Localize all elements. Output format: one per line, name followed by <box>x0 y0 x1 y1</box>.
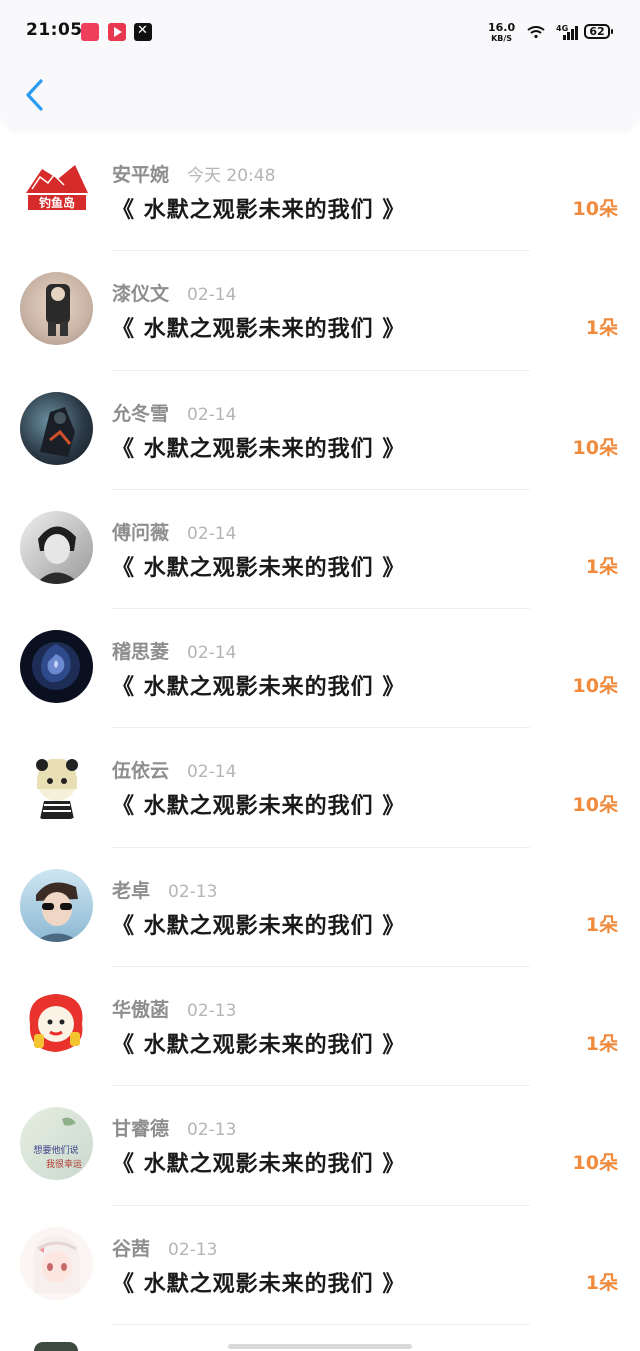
list-item[interactable]: 华傲菡 02-13 《 水默之观影未来的我们 》 1朵 <box>0 967 640 1087</box>
list-item[interactable]: 傅问薇 02-14 《 水默之观影未来的我们 》 1朵 <box>0 490 640 610</box>
avatar[interactable]: 想要他们说 我很幸运 <box>20 1107 93 1181</box>
send-date: 今天 20:48 <box>187 166 276 186</box>
flower-count: 10朵 <box>572 436 618 459</box>
capcut-app-icon <box>134 23 152 41</box>
send-date: 02-14 <box>187 643 237 664</box>
sender-name: 伍依云 02-14 <box>112 760 237 783</box>
list-item[interactable]: 漆仪文 02-14 《 水默之观影未来的我们 》 1朵 <box>0 251 640 371</box>
back-button[interactable] <box>16 72 56 118</box>
sender-name: 安平婉 今天 20:48 <box>112 164 276 186</box>
next-avatar-peek <box>34 1342 78 1351</box>
status-bar: 21:05 16.0 KB/S 4G 62 <box>0 0 640 62</box>
gift-list: 钓鱼岛 安平婉 今天 20:48 《 水默之观影未来的我们 》 10朵 漆仪文 02… <box>0 132 640 1325</box>
divider <box>112 1323 530 1325</box>
svg-text:想要他们说: 想要他们说 <box>33 1144 78 1156</box>
work-title: 《 水默之观影未来的我们 》 <box>112 317 406 343</box>
flower-count: 1朵 <box>585 1033 618 1056</box>
list-item[interactable]: 允冬雪 02-14 《 水默之观影未来的我们 》 10朵 <box>0 371 640 490</box>
avatar[interactable] <box>20 630 93 704</box>
work-title: 《 水默之观影未来的我们 》 <box>112 913 406 939</box>
avatar[interactable] <box>20 510 93 584</box>
flower-count: 1朵 <box>585 555 618 578</box>
sender-name: 漆仪文 02-14 <box>112 283 237 306</box>
sender-name: 华傲菡 02-13 <box>112 999 237 1022</box>
wifi-icon <box>527 26 545 38</box>
battery-icon: 62 <box>584 24 613 39</box>
flower-count: 10朵 <box>572 1152 618 1175</box>
flower-count: 10朵 <box>572 794 618 817</box>
flower-count: 1朵 <box>585 1271 618 1294</box>
flower-count: 10朵 <box>572 675 618 698</box>
sender-name: 稽思菱 02-14 <box>112 641 237 664</box>
signal-icon <box>563 24 578 40</box>
send-date: 02-14 <box>187 404 237 425</box>
send-date: 02-14 <box>187 285 237 306</box>
svg-text:钓鱼岛: 钓鱼岛 <box>39 195 75 210</box>
list-item[interactable]: 想要他们说 我很幸运 甘睿德 02-13 《 水默之观影未来的我们 》 10朵 <box>0 1086 640 1206</box>
send-date: 02-13 <box>187 1120 237 1141</box>
avatar[interactable] <box>20 391 93 465</box>
flower-count: 1朵 <box>585 317 618 340</box>
home-indicator[interactable] <box>228 1344 412 1349</box>
send-date: 02-14 <box>187 523 237 544</box>
send-date: 02-13 <box>168 1239 218 1260</box>
work-title: 《 水默之观影未来的我们 》 <box>112 675 406 701</box>
flower-count: 1朵 <box>585 913 618 936</box>
list-item[interactable]: 伍依云 02-14 《 水默之观影未来的我们 》 10朵 <box>0 728 640 848</box>
nav-header <box>0 62 640 130</box>
sender-name: 老卓 02-13 <box>112 879 218 902</box>
svg-text:我很幸运: 我很幸运 <box>46 1158 82 1170</box>
work-title: 《 水默之观影未来的我们 》 <box>112 1271 406 1297</box>
send-date: 02-13 <box>168 881 218 902</box>
avatar[interactable] <box>20 988 93 1062</box>
work-title: 《 水默之观影未来的我们 》 <box>112 436 406 462</box>
work-title: 《 水默之观影未来的我们 》 <box>112 555 406 581</box>
flower-count: 10朵 <box>572 198 618 220</box>
sender-name: 允冬雪 02-14 <box>112 402 237 425</box>
work-title: 《 水默之观影未来的我们 》 <box>112 198 406 223</box>
sender-name: 谷茜 02-13 <box>112 1237 218 1260</box>
avatar[interactable] <box>20 749 93 823</box>
list-item[interactable]: 稽思菱 02-14 《 水默之观影未来的我们 》 10朵 <box>0 609 640 729</box>
send-date: 02-14 <box>187 762 237 783</box>
sender-name: 甘睿德 02-13 <box>112 1118 237 1141</box>
sender-name: 傅问薇 02-14 <box>112 521 237 544</box>
list-item[interactable]: 谷茜 02-13 《 水默之观影未来的我们 》 1朵 <box>0 1206 640 1325</box>
list-item[interactable]: 钓鱼岛 安平婉 今天 20:48 《 水默之观影未来的我们 》 10朵 <box>0 132 640 252</box>
list-item[interactable]: 老卓 02-13 《 水默之观影未来的我们 》 1朵 <box>0 848 640 968</box>
work-title: 《 水默之观影未来的我们 》 <box>112 794 406 820</box>
avatar[interactable] <box>20 1226 93 1300</box>
send-date: 02-13 <box>187 1001 237 1022</box>
network-speed: 16.0 KB/S <box>488 21 516 43</box>
work-title: 《 水默之观影未来的我们 》 <box>112 1152 406 1178</box>
shopping-app-icon <box>81 23 99 41</box>
status-time: 21:05 <box>26 20 83 40</box>
chevron-left-icon <box>26 79 43 111</box>
avatar[interactable]: 钓鱼岛 <box>20 153 93 226</box>
work-title: 《 水默之观影未来的我们 》 <box>112 1033 406 1059</box>
avatar[interactable] <box>20 868 93 942</box>
video-app-icon <box>108 23 126 41</box>
avatar[interactable] <box>20 272 93 346</box>
